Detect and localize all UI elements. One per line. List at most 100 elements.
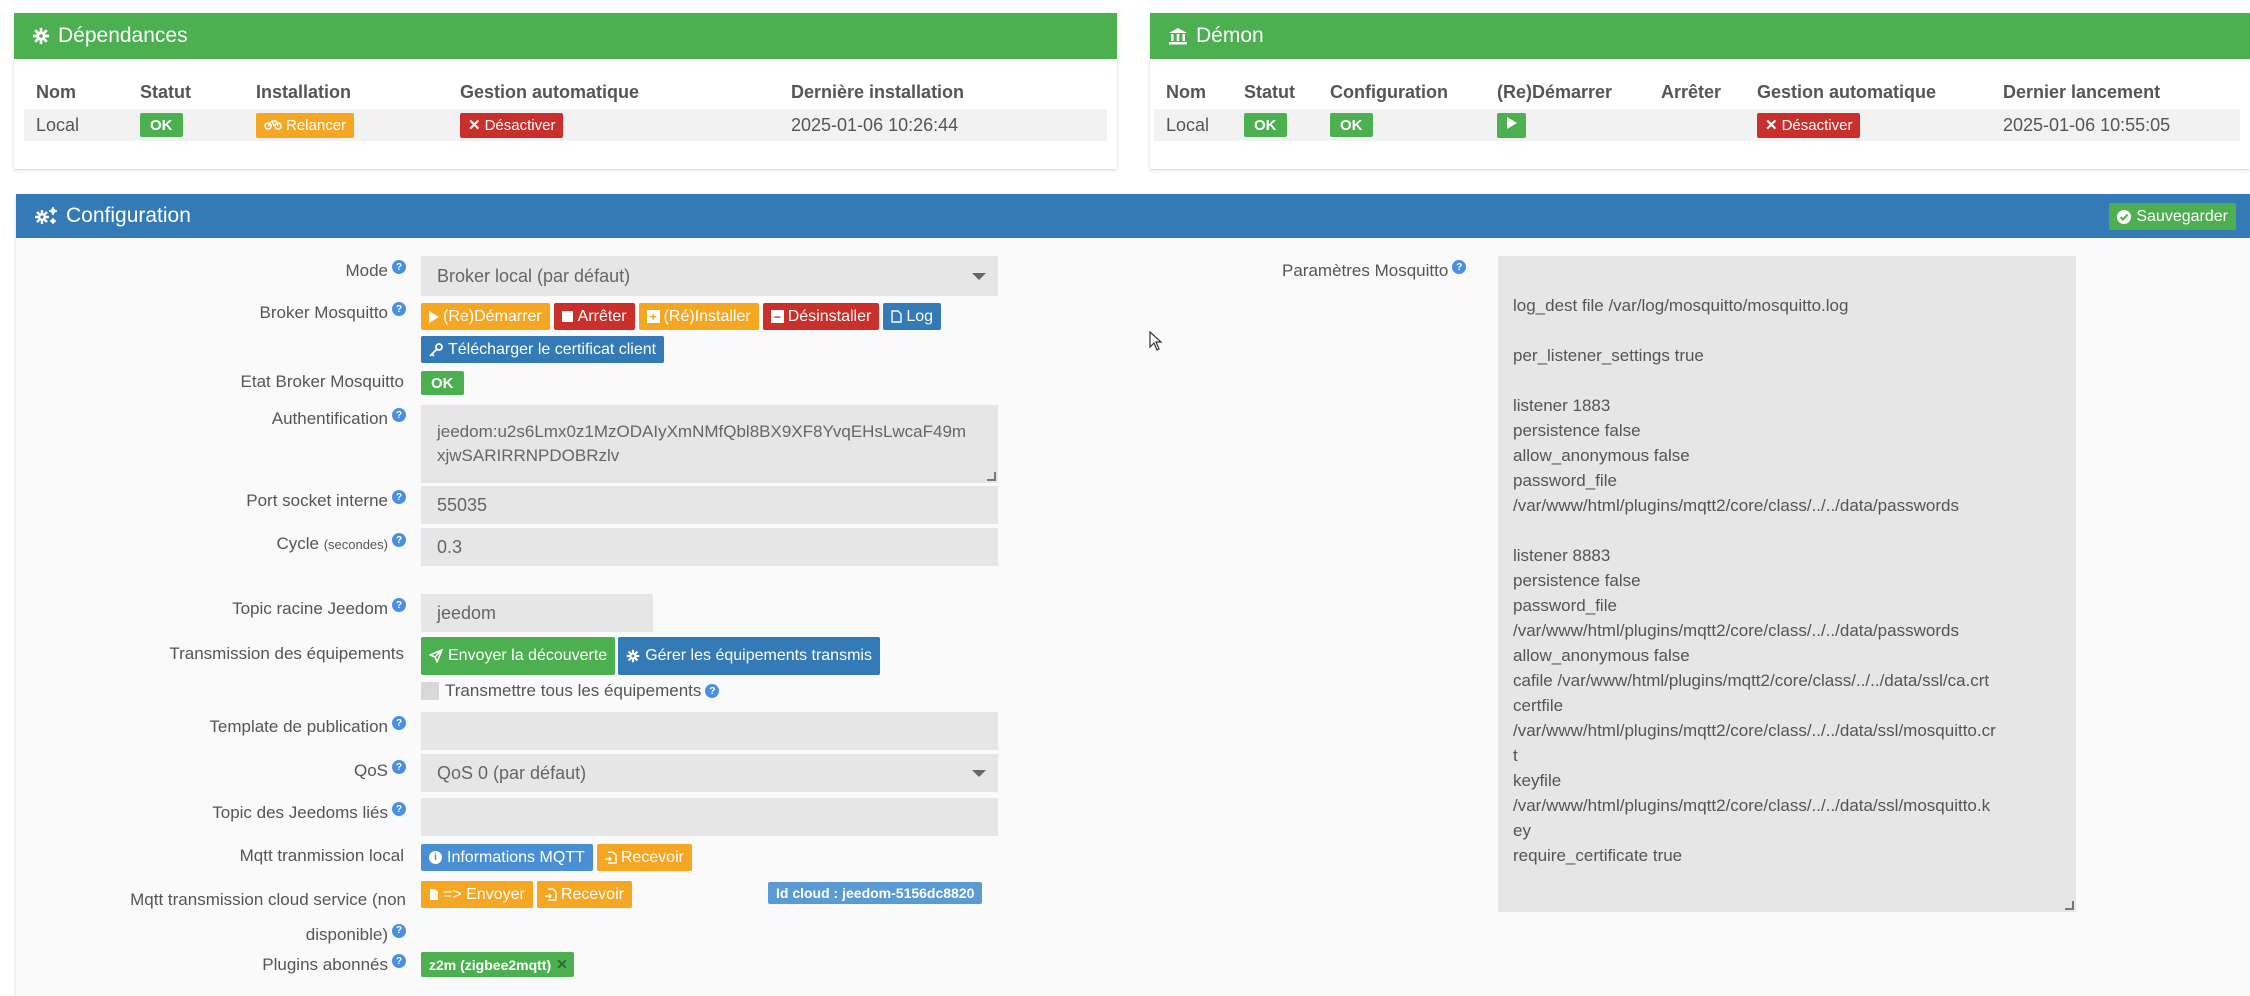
params-label: Paramètres Mosquitto? — [1282, 260, 1467, 281]
help-icon[interactable]: ? — [392, 802, 406, 816]
table-row: Local OK OK ✕ Désactiver 2025-01-06 10:55… — [1154, 109, 2240, 141]
mosquitto-line: password_file — [1513, 596, 1617, 615]
help-icon[interactable]: ? — [392, 760, 406, 774]
broker-stop-button[interactable]: Arrêter — [553, 303, 635, 330]
configuration-header: Configuration Sauvegarder — [16, 194, 2250, 238]
help-icon[interactable]: ? — [705, 684, 720, 698]
start-button[interactable] — [1497, 112, 1526, 138]
stop-icon — [561, 311, 573, 322]
configuration-title: Configuration — [66, 204, 191, 227]
help-icon[interactable]: ? — [392, 598, 406, 612]
play-icon — [429, 310, 439, 323]
port-label: Port socket interne? — [246, 490, 406, 511]
mosquitto-line: persistence false — [1513, 571, 1641, 590]
col-gestion: Gestion automatique — [1757, 81, 1937, 102]
help-icon[interactable]: ? — [1452, 260, 1467, 274]
bank-icon — [1168, 27, 1188, 45]
dependances-table: Nom Statut Installation Gestion automati… — [24, 75, 1107, 141]
col-nom: Nom — [36, 81, 76, 102]
mosquitto-line: certfile — [1513, 696, 1564, 715]
port-input[interactable]: 55035 — [421, 486, 998, 524]
col-statut: Statut — [1244, 81, 1295, 102]
template-input[interactable] — [421, 712, 998, 750]
times-icon: ✕ — [468, 117, 481, 134]
cog-icon — [626, 649, 640, 663]
desactiver-button[interactable]: ✕ Désactiver — [460, 112, 564, 138]
broker-restart-button[interactable]: (Re)Démarrer — [421, 303, 550, 330]
local-receive-button[interactable]: Recevoir — [596, 844, 692, 871]
chevron-down-icon — [972, 770, 986, 777]
remove-icon[interactable]: ✕ — [556, 956, 568, 973]
manage-equipments-button[interactable]: Gérer les équipements transmis — [618, 637, 880, 675]
topic-input[interactable]: jeedom — [421, 594, 653, 632]
plugins-label: Plugins abonnés? — [262, 954, 406, 975]
dep-derniere: 2025-01-06 10:26:44 — [779, 109, 1107, 141]
minus-square-icon: − — [770, 310, 784, 324]
help-icon[interactable]: ? — [392, 260, 406, 274]
mosquitto-line: /var/www/html/plugins/mqtt2/core/class/.… — [1513, 796, 1991, 815]
mosquitto-line: log_dest file /var/log/mosquitto/mosquit… — [1513, 296, 1849, 315]
broker-log-button[interactable]: Log — [883, 303, 942, 330]
linked-topic-input[interactable] — [421, 798, 998, 836]
cycle-label: Cycle (secondes)? — [276, 533, 406, 554]
demon-dernier: 2025-01-06 10:55:05 — [1991, 109, 2240, 141]
dep-nom: Local — [24, 109, 128, 141]
help-icon[interactable]: ? — [392, 302, 406, 316]
mode-select[interactable]: Broker local (par défaut) — [421, 256, 998, 296]
etat-label: Etat Broker Mosquitto — [240, 372, 404, 391]
mqtt-info-button[interactable]: i Informations MQTT — [421, 844, 593, 871]
col-arreter: Arrêter — [1661, 81, 1722, 102]
dependances-title: Dépendances — [58, 24, 188, 47]
transmit-all-checkbox[interactable] — [421, 682, 439, 700]
cycle-input[interactable]: 0.3 — [421, 528, 998, 566]
play-icon — [1506, 116, 1517, 134]
desactiver-button[interactable]: ✕ Désactiver — [1757, 112, 1861, 138]
mosquitto-line: persistence false — [1513, 421, 1641, 440]
mosquitto-params-content: log_dest file /var/log/mosquitto/mosquit… — [1513, 268, 2061, 868]
help-icon[interactable]: ? — [392, 923, 406, 938]
info-circle-icon: i — [429, 851, 442, 864]
status-badge: OK — [140, 113, 183, 137]
mosquitto-line: allow_anonymous false — [1513, 446, 1690, 465]
help-icon[interactable]: ? — [392, 408, 406, 422]
cloud-receive-button[interactable]: Recevoir — [536, 881, 632, 908]
help-icon[interactable]: ? — [392, 716, 406, 730]
relancer-button[interactable]: Relancer — [256, 112, 355, 138]
config-badge: OK — [1330, 113, 1373, 137]
broker-reinstall-button[interactable]: + (Ré)Installer — [638, 303, 759, 330]
resize-handle-icon[interactable] — [987, 472, 996, 481]
cloud-send-button[interactable]: => Envoyer — [421, 881, 533, 908]
download-cert-button[interactable]: Télécharger le certificat client — [421, 336, 665, 363]
file-export-icon — [429, 888, 441, 901]
mosquitto-line — [1513, 268, 2061, 293]
broker-label: Broker Mosquitto? — [260, 302, 406, 323]
auth-textarea[interactable]: jeedom:u2s6Lmx0z1MzODAIyXmNMfQbl8BX9XF8Y… — [421, 405, 998, 483]
col-derniere: Dernière installation — [791, 81, 965, 102]
cloud-id-badge: Id cloud : jeedom-5156dc8820 — [768, 882, 983, 904]
col-installation: Installation — [256, 81, 352, 102]
col-nom: Nom — [1166, 81, 1206, 102]
local-label: Mqtt tranmission local — [239, 846, 404, 865]
qos-label: QoS? — [354, 760, 406, 781]
mouse-cursor-icon — [1149, 330, 1163, 356]
dependances-panel: Dépendances Nom Statut Installation Gest… — [14, 13, 1117, 169]
cert-row: Télécharger le certificat client — [421, 336, 665, 363]
mosquitto-params-textarea[interactable]: log_dest file /var/log/mosquitto/mosquit… — [1498, 256, 2076, 912]
save-button[interactable]: Sauvegarder — [2109, 203, 2236, 230]
col-gestion: Gestion automatique — [460, 81, 640, 102]
gear-icon — [32, 27, 50, 45]
mosquitto-line: require_certificate true — [1513, 846, 1683, 865]
template-label: Template de publication? — [209, 716, 406, 737]
dependances-header: Dépendances — [14, 13, 1117, 59]
resize-handle-icon[interactable] — [2065, 901, 2074, 910]
help-icon[interactable]: ? — [392, 490, 406, 504]
help-icon[interactable]: ? — [392, 954, 406, 968]
broker-uninstall-button[interactable]: − Désinstaller — [762, 303, 880, 330]
topic-label: Topic racine Jeedom? — [232, 598, 406, 619]
help-icon[interactable]: ? — [392, 533, 406, 547]
col-statut: Statut — [140, 81, 191, 102]
qos-select[interactable]: QoS 0 (par défaut) — [421, 754, 998, 792]
mosquitto-line: /var/www/html/plugins/mqtt2/core/class/.… — [1513, 721, 1996, 740]
send-discovery-button[interactable]: Envoyer la découverte — [421, 637, 616, 675]
demon-header: Démon — [1150, 13, 2250, 59]
